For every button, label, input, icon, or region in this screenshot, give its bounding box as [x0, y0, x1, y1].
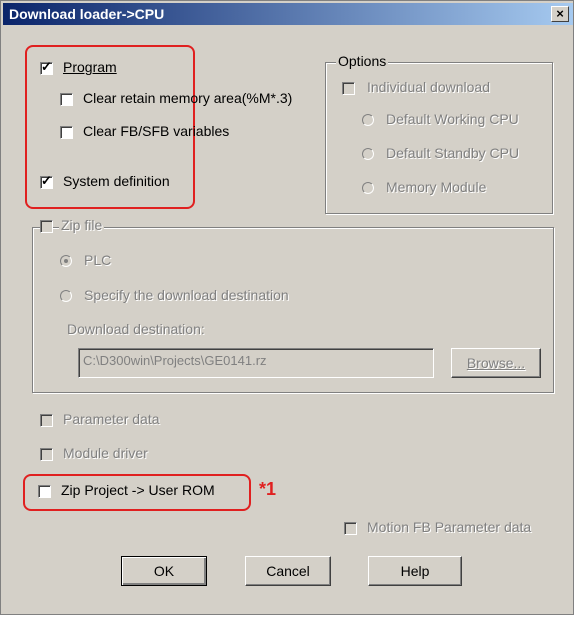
download-loader-dialog: Download loader->CPU × ✓ Program Clear r… — [0, 0, 574, 615]
default-standby-label[interactable]: Default Standby CPU — [386, 145, 519, 161]
download-destination-label: Download destination: — [67, 321, 205, 337]
close-button[interactable]: × — [551, 6, 569, 22]
zip-project-checkbox[interactable] — [38, 485, 51, 498]
help-button[interactable]: Help — [368, 556, 462, 586]
checkmark-icon: ✓ — [41, 173, 52, 188]
program-label[interactable]: Program — [63, 59, 117, 75]
zip-file-checkbox[interactable] — [40, 220, 53, 233]
module-driver-checkbox[interactable] — [40, 448, 53, 461]
default-standby-radio[interactable] — [362, 148, 374, 160]
window-title: Download loader->CPU — [9, 6, 165, 22]
zip-project-label[interactable]: Zip Project -> User ROM — [61, 482, 215, 498]
individual-download-checkbox[interactable] — [342, 82, 355, 95]
download-destination-field[interactable]: C:\D300win\Projects\GE0141.rz — [78, 348, 434, 378]
individual-download-label[interactable]: Individual download — [367, 79, 490, 95]
memory-module-radio[interactable] — [362, 182, 374, 194]
motion-fb-checkbox[interactable] — [344, 522, 357, 535]
system-definition-label[interactable]: System definition — [63, 173, 170, 189]
plc-label[interactable]: PLC — [84, 252, 111, 268]
memory-module-label[interactable]: Memory Module — [386, 179, 486, 195]
parameter-data-label[interactable]: Parameter data — [63, 411, 160, 427]
system-definition-checkbox[interactable]: ✓ — [40, 173, 53, 189]
motion-fb-label[interactable]: Motion FB Parameter data — [367, 519, 531, 535]
plc-radio[interactable] — [60, 255, 72, 267]
module-driver-label[interactable]: Module driver — [63, 445, 148, 461]
clear-fb-label[interactable]: Clear FB/SFB variables — [83, 123, 229, 139]
checkmark-icon: ✓ — [41, 59, 52, 74]
default-working-radio[interactable] — [362, 114, 374, 126]
cancel-button[interactable]: Cancel — [245, 556, 331, 586]
clear-retain-label[interactable]: Clear retain memory area(%M*.3) — [83, 90, 292, 106]
specify-destination-label[interactable]: Specify the download destination — [84, 287, 312, 303]
ok-button[interactable]: OK — [121, 556, 207, 586]
title-bar[interactable]: Download loader->CPU × — [3, 3, 573, 25]
specify-destination-radio[interactable] — [60, 290, 72, 302]
parameter-data-checkbox[interactable] — [40, 414, 53, 427]
clear-fb-checkbox[interactable] — [60, 126, 73, 139]
radio-dot-icon — [64, 259, 68, 263]
footnote-marker: *1 — [259, 479, 277, 499]
zip-file-legend[interactable]: Zip file — [59, 217, 105, 233]
options-legend: Options — [336, 53, 389, 69]
program-checkbox[interactable]: ✓ — [40, 59, 53, 75]
clear-retain-checkbox[interactable] — [60, 93, 73, 106]
browse-button[interactable]: Browse... — [451, 348, 541, 378]
default-working-label[interactable]: Default Working CPU — [386, 111, 519, 127]
